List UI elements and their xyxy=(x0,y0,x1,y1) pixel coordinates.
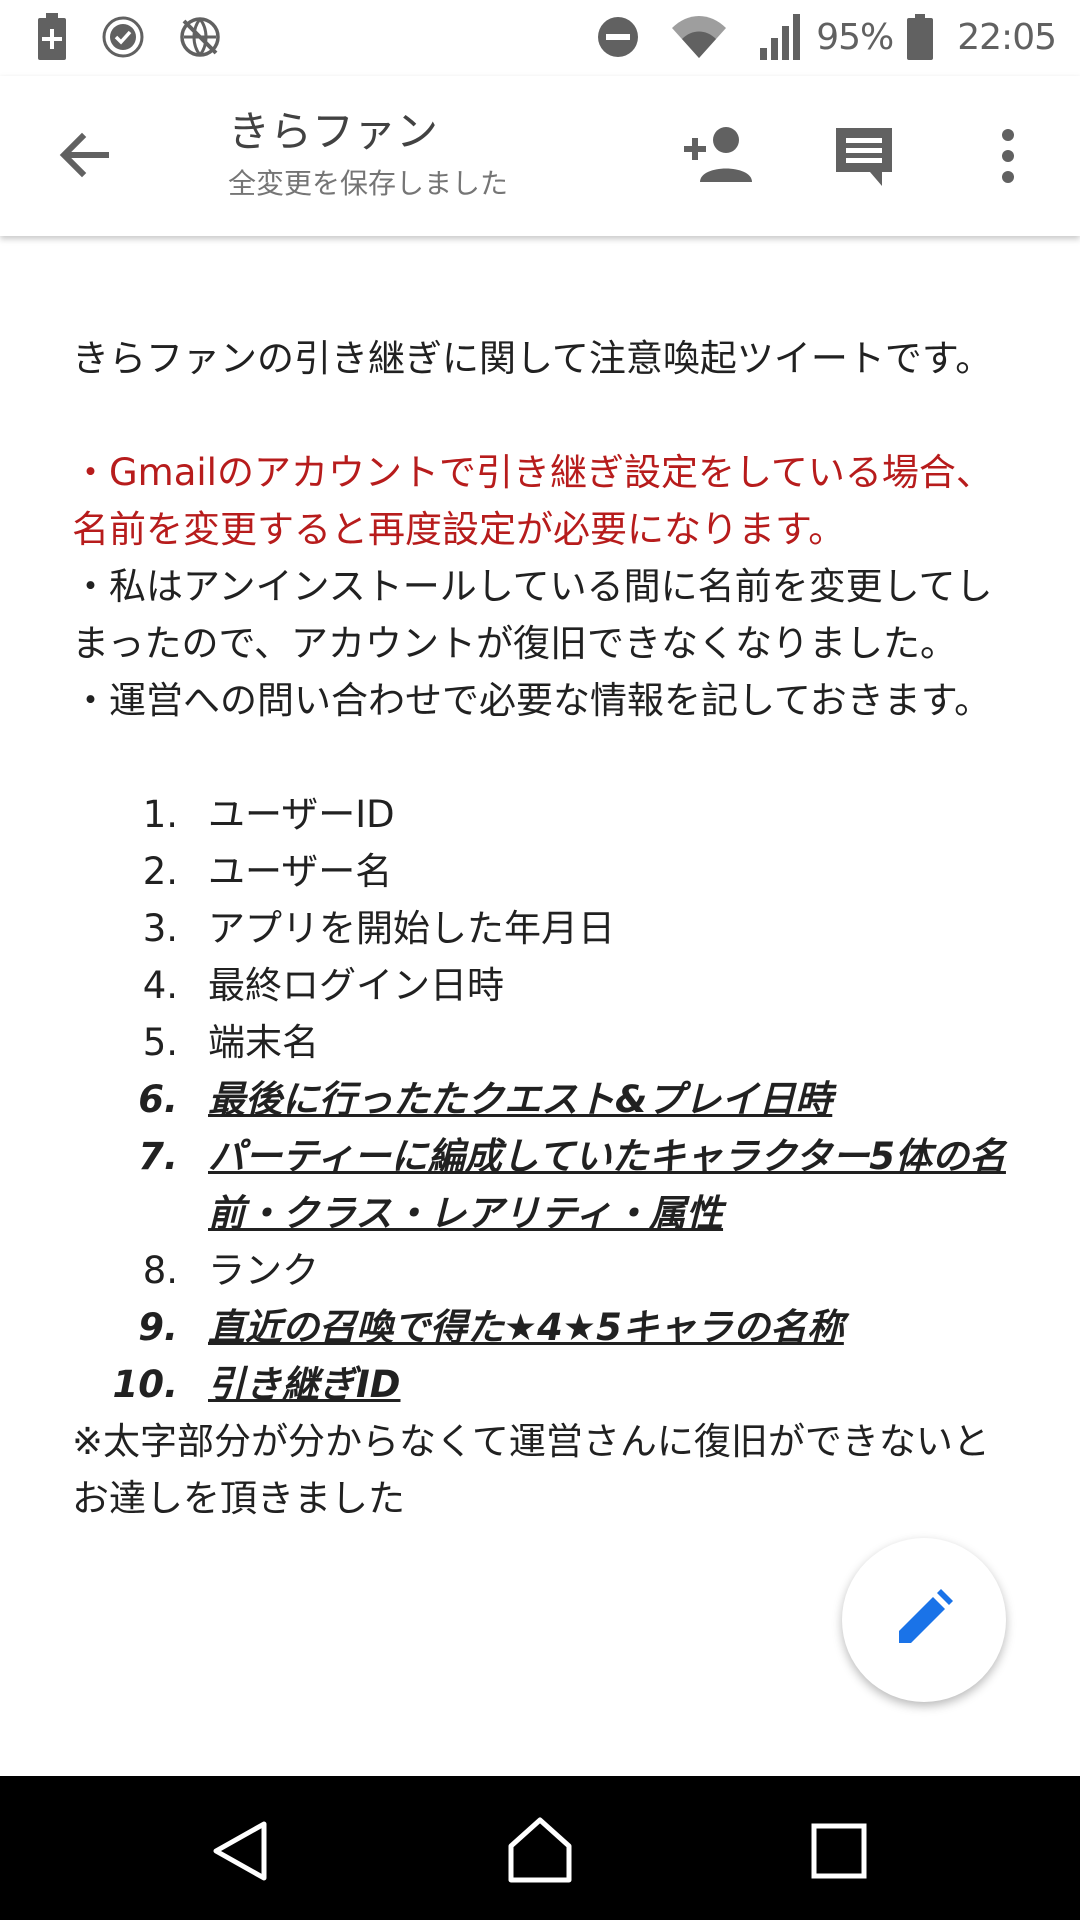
list-item: 3. アプリを開始した年月日 xyxy=(142,907,615,950)
nav-home-icon[interactable] xyxy=(505,1816,575,1886)
title-block[interactable]: きらファン 全変更を保存しました xyxy=(228,104,508,204)
status-bar: 95% 22:05 xyxy=(0,0,1080,76)
doc-title: きらファン xyxy=(228,107,439,156)
list-item-bold: 6. 最後に行ったたクエスト&プレイ日時 xyxy=(138,1078,833,1121)
intro-paragraph: きらファンの引き継ぎに関して注意喚起ツイートです。 xyxy=(72,337,993,380)
list-item-bold: 10. 引き継ぎID xyxy=(112,1363,401,1406)
clock: 22:05 xyxy=(957,16,1057,58)
document-body[interactable]: きらファンの引き継ぎに関して注意喚起ツイートです。 ・Gmailのアカウントで引… xyxy=(72,330,1022,1527)
battery-saver-icon xyxy=(36,13,68,61)
battery-percent: 95% xyxy=(816,16,894,58)
battery-icon xyxy=(907,14,934,60)
do-not-disturb-icon xyxy=(596,15,640,59)
wifi-icon xyxy=(670,14,728,60)
comment-icon[interactable] xyxy=(832,124,896,192)
required-info-list: 1. ユーザーID 2. ユーザー名 3. アプリを開始した年月日 4. 最終ロ… xyxy=(72,786,1022,1413)
edit-fab-button[interactable] xyxy=(842,1538,1006,1702)
list-item: 1. ユーザーID xyxy=(142,793,395,836)
nav-back-icon[interactable] xyxy=(206,1816,276,1886)
check-circle-icon xyxy=(102,16,144,58)
nav-recents-icon[interactable] xyxy=(804,1816,874,1886)
note-paragraph-1: ・私はアンインストールしている間に名前を変更してしまったので、アカウントが復旧で… xyxy=(72,565,993,665)
add-person-icon[interactable] xyxy=(684,124,754,188)
back-arrow-icon[interactable] xyxy=(52,122,118,188)
list-item-bold: 9. 直近の召喚で得た★4★5キャラの名称 xyxy=(138,1306,844,1349)
list-item-bold: 7. パーティーに編成していたキャラクター5体の名前・クラス・レアリティ・属性 xyxy=(138,1135,1006,1235)
list-item: 8. ランク xyxy=(142,1249,319,1292)
footnote-paragraph: ※太字部分が分からなくて運営さんに復旧ができないとお達しを頂きました xyxy=(72,1420,990,1520)
note-paragraph-2: ・運営への問い合わせで必要な情報を記しておきます。 xyxy=(72,679,992,722)
list-item: 5. 端末名 xyxy=(142,1021,319,1064)
warning-paragraph: ・Gmailのアカウントで引き継ぎ設定をしている場合、名前を変更すると再度設定が… xyxy=(72,451,993,551)
more-vert-icon[interactable] xyxy=(996,128,1020,188)
no-network-icon xyxy=(178,15,222,59)
list-item: 4. 最終ログイン日時 xyxy=(142,964,504,1007)
save-status: 全変更を保存しました xyxy=(228,167,509,200)
system-nav-bar xyxy=(0,1776,1080,1920)
list-item: 2. ユーザー名 xyxy=(142,850,393,893)
app-bar: きらファン 全変更を保存しました xyxy=(0,76,1080,236)
edit-pencil-icon xyxy=(895,1589,953,1651)
signal-icon xyxy=(760,14,802,60)
